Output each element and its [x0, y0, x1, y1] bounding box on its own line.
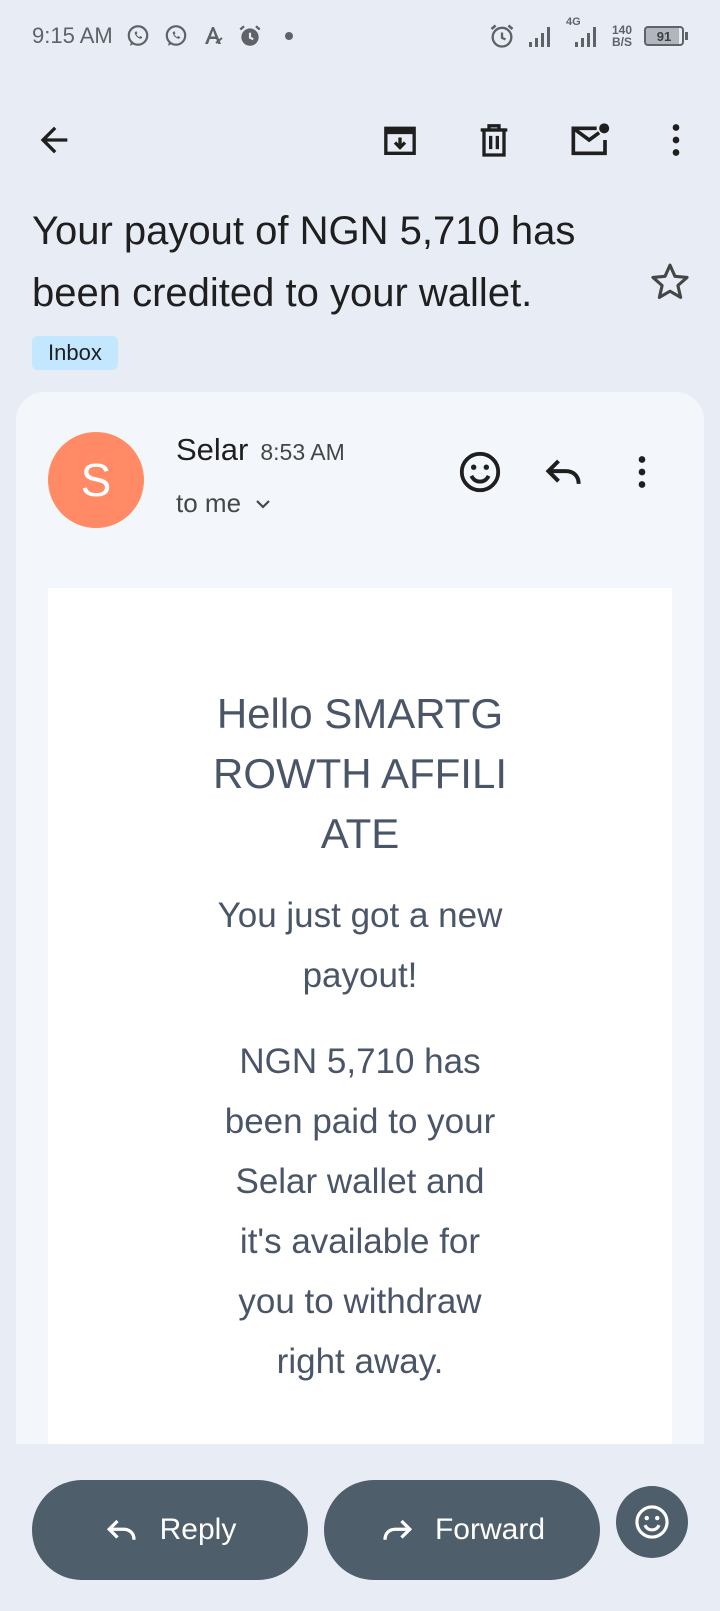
status-bar: 9:15 AM 4G 140 B/S 91 — [0, 0, 720, 72]
recipient-details-toggle[interactable]: to me — [176, 488, 275, 519]
payout-intro-text: You just got a new payout! — [217, 896, 503, 995]
email-body-content: Hello SMARTGROWTH AFFILIATE You just got… — [48, 684, 672, 1392]
archive-button[interactable] — [372, 112, 428, 168]
reply-button-label: Reply — [159, 1513, 237, 1546]
back-button[interactable] — [26, 112, 82, 168]
email-subject: Your payout of NGN 5,710 has been credit… — [32, 209, 576, 315]
alarm-app-icon — [237, 23, 263, 49]
greeting-heading: Hello SMARTGROWTH AFFILIATE — [213, 690, 507, 857]
more-options-button[interactable] — [648, 112, 704, 168]
signal-icon — [528, 24, 554, 48]
battery-level: 91 — [644, 26, 684, 46]
status-left: 9:15 AM — [32, 23, 293, 49]
status-time: 9:15 AM — [32, 23, 113, 48]
status-right: 4G 140 B/S 91 — [488, 16, 688, 50]
delete-button[interactable] — [466, 112, 522, 168]
star-button[interactable] — [648, 260, 692, 309]
trash-icon — [480, 124, 508, 157]
recipient-text: to me — [176, 488, 242, 518]
whatsapp-business-icon — [163, 23, 189, 49]
reply-icon — [106, 1519, 136, 1540]
archive-icon — [384, 126, 416, 155]
mail-unread-icon — [571, 123, 610, 156]
network-speed: 140 B/S — [612, 24, 632, 48]
signal-4g-icon: 4G — [566, 16, 600, 48]
font-app-icon — [201, 24, 225, 48]
sent-time: 8:53 AM — [260, 439, 345, 465]
inbox-label-chip[interactable]: Inbox — [32, 336, 118, 370]
network-speed-unit: B/S — [611, 35, 632, 49]
top-toolbar — [0, 90, 720, 200]
network-type: 4G — [565, 16, 581, 28]
whatsapp-icon — [125, 23, 151, 49]
forward-button-label: Forward — [434, 1513, 546, 1546]
battery-cap — [685, 32, 688, 40]
reply-button[interactable]: Reply — [32, 1480, 308, 1580]
bottom-action-bar: Reply Forward — [0, 1444, 720, 1611]
emoji-icon — [635, 1505, 669, 1539]
emoji-icon — [459, 451, 501, 493]
more-vert-icon — [638, 456, 646, 488]
forward-button[interactable]: Forward — [324, 1480, 600, 1580]
arrow-back-icon — [40, 126, 68, 154]
message-card: S Selar 8:53 AM to me Hello SMARTGROWTH … — [16, 392, 704, 1444]
email-body: Hello SMARTGROWTH AFFILIATE You just got… — [48, 588, 672, 1444]
battery-icon: 91 — [644, 26, 688, 46]
chevron-down-icon — [256, 499, 270, 509]
payout-detail-text: NGN 5,710 has been paid to your Selar wa… — [224, 1042, 496, 1381]
more-vert-icon — [672, 124, 680, 156]
star-outline-icon — [651, 263, 689, 299]
sender-name: Selar — [176, 432, 249, 467]
mark-unread-button[interactable] — [562, 112, 618, 168]
add-reaction-button[interactable] — [452, 444, 508, 500]
sender-avatar[interactable]: S — [48, 432, 144, 528]
alarm-icon — [488, 22, 516, 50]
sender-line: Selar 8:53 AM — [176, 432, 345, 468]
reply-inline-button[interactable] — [536, 444, 592, 500]
forward-icon — [383, 1519, 413, 1540]
notification-dot-icon — [284, 32, 293, 40]
reply-icon — [545, 459, 581, 485]
react-emoji-button[interactable] — [616, 1486, 688, 1558]
message-more-button[interactable] — [614, 444, 670, 500]
